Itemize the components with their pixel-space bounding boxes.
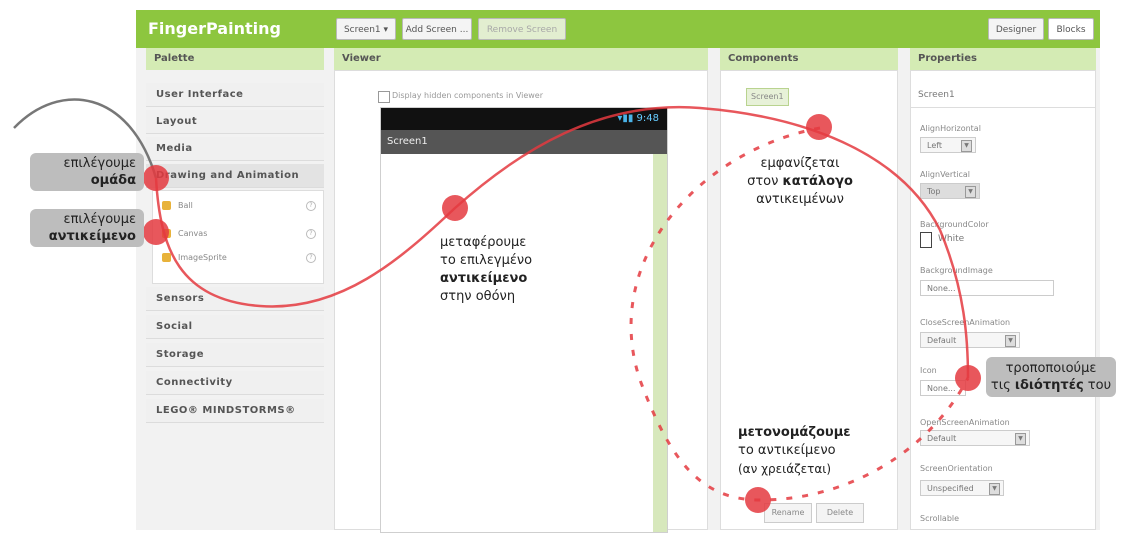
annotation-line: το αντικείμενο: [738, 443, 836, 458]
annotation-select-group: επιλέγουμε ομάδα: [30, 153, 144, 191]
annotation-emphasis: ιδιότητές: [1014, 378, 1084, 393]
annotation-line: το επιλεγμένο: [440, 253, 533, 268]
annotation-line: αντικείμενο: [440, 271, 528, 286]
annotation-line: επιλέγουμε: [63, 212, 136, 227]
annotation-select-object: επιλέγουμε αντικείμενο: [30, 209, 144, 247]
step-marker-select-object: [143, 219, 169, 245]
step-marker-appears: [806, 114, 832, 140]
drag-path: [154, 105, 970, 379]
annotation-line: αντικειμένων: [756, 192, 844, 207]
annotation-line: τροποποιούμε: [1005, 361, 1097, 376]
annotation-line: επιλέγουμε: [63, 156, 136, 171]
annotation-rename: μετονομάζουμε το αντικείμενο (αν χρειάζε…: [738, 424, 851, 478]
step-marker-select-group: [143, 165, 169, 191]
annotation-line: τις ιδιότητές του: [990, 377, 1112, 394]
annotation-line: (αν χρειάζεται): [738, 462, 832, 476]
annotation-emphasis: κατάλογο: [782, 174, 853, 189]
annotation-line: ομάδα: [90, 173, 136, 188]
annotation-line: αντικείμενο: [48, 229, 136, 244]
annotation-line: στην οθόνη: [440, 289, 516, 304]
annotation-line: στον κατάλογο: [738, 173, 862, 191]
annotation-move: μεταφέρουμε το επιλεγμένο αντικείμενο στ…: [440, 234, 532, 306]
annotation-text: στον: [747, 174, 783, 189]
annotation-line: μεταφέρουμε: [440, 235, 527, 250]
annotation-line: μετονομάζουμε: [738, 425, 851, 440]
step-marker-modify: [955, 365, 981, 391]
annotation-line: εμφανίζεται: [760, 156, 840, 171]
workflow-path-overlay: [13, 98, 970, 502]
annotation-text: τις: [990, 378, 1015, 393]
step-marker-move: [442, 195, 468, 221]
annotation-appears: εμφανίζεται στον κατάλογο αντικειμένων: [738, 155, 862, 209]
step-marker-rename: [745, 487, 771, 513]
annotation-text: του: [1083, 378, 1112, 393]
annotation-modify: τροποποιούμε τις ιδιότητές του: [986, 357, 1116, 397]
